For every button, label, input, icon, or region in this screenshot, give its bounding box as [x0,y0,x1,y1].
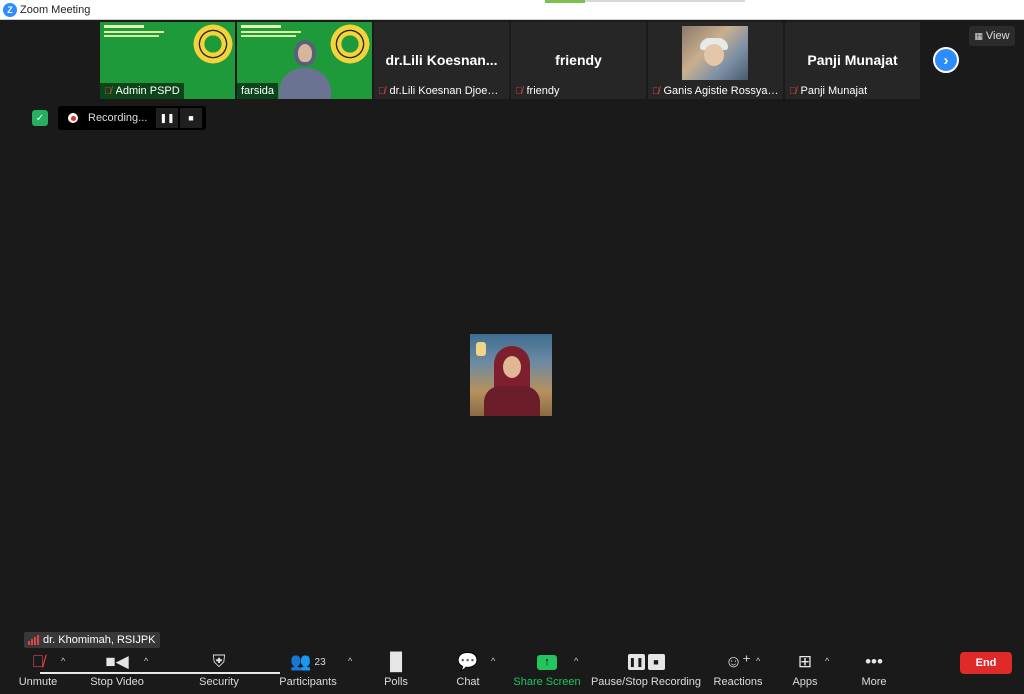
share-screen-button[interactable]: ↑ Share Screen [513,648,581,694]
university-seal-icon [193,24,233,64]
end-meeting-button[interactable]: End [960,652,1012,674]
stop-video-button[interactable]: ■◀ Stop Video [88,648,146,694]
recording-label: Recording... [88,112,148,124]
participants-icon: 👥 23 [290,652,326,671]
participant-name: Admin PSPD [115,85,180,97]
audio-options-caret[interactable]: ^ [61,656,65,666]
mic-off-icon: 🎙̸ [789,85,797,97]
polls-bar-chart-icon: ▐▌ [383,652,409,671]
participant-tile[interactable]: dr.Lili Koesnan... 🎙̸ dr.Lili Koesnan Dj… [374,22,509,99]
share-screen-label: Share Screen [513,676,581,688]
share-screen-icon: ↑ [537,654,557,670]
participant-display-name: friendy [555,52,602,68]
participant-video [279,40,331,99]
mic-off-icon: 🎙̸ [515,85,523,97]
shield-check-icon[interactable]: ✓ [32,110,48,126]
video-options-caret[interactable]: ^ [144,656,148,666]
polls-label: Polls [384,676,408,688]
pause-recording-button[interactable]: ❚❚ [156,108,178,128]
chat-options-caret[interactable]: ^ [491,656,495,666]
participant-tile[interactable]: Panji Munajat 🎙̸ Panji Munajat [785,22,920,99]
more-dots-icon: ••• [865,652,883,671]
polls-button[interactable]: ▐▌ Polls [380,648,412,694]
zoom-logo-icon: Z [3,2,17,17]
participant-name: Panji Munajat [800,85,868,97]
meeting-toolbar: 🎙̸ Unmute ^ ■◀ Stop Video ^ ⛨ Security 👥… [0,648,1024,694]
participant-display-name: Panji Munajat [807,52,898,68]
active-speaker-label: dr. Khomimah, RSIJPK [24,632,160,648]
reactions-options-caret[interactable]: ^ [756,656,760,666]
grid-icon: ▦ [974,30,983,41]
university-seal-icon [330,24,370,64]
participant-tile[interactable]: friendy 🎙̸ friendy [511,22,646,99]
apps-label: Apps [792,676,818,688]
scroll-indicator [40,672,280,674]
participant-namebar: 🎙̸ friendy [511,83,564,99]
participants-button[interactable]: 👥 23 Participants [278,648,338,694]
slide-text [241,25,321,37]
next-page-button[interactable]: › [933,47,959,73]
more-button[interactable]: ••• More [858,648,890,694]
view-label: View [985,30,1010,42]
share-options-caret[interactable]: ^ [574,656,578,666]
chat-bubble-icon: 💬 [457,652,479,671]
participants-count: 23 [314,656,326,668]
notification-bar-green [545,0,585,3]
pause-icon: ❚❚ [159,112,175,123]
mic-off-icon: 🎙̸ [378,85,386,97]
active-speaker-video [470,334,552,416]
participant-namebar: farsida [237,83,279,99]
apps-options-caret[interactable]: ^ [825,656,829,666]
mic-off-icon: 🎙̸ [104,85,112,97]
participant-name: Ganis Agistie Rossyani... [663,85,780,97]
participant-photo [682,26,748,80]
participant-name: friendy [526,85,560,97]
participant-namebar: 🎙̸ dr.Lili Koesnan Djoewa... [374,83,509,99]
apps-icon: ⊞ [797,652,813,671]
pause-stop-icon: ❚❚ ■ [627,654,665,670]
view-button[interactable]: ▦ View [969,26,1015,46]
notification-bar-grey [585,0,745,2]
recording-bar: Recording... ❚❚ ■ [58,106,206,130]
security-label: Security [199,676,239,688]
more-label: More [861,676,887,688]
chat-button[interactable]: 💬 Chat [452,648,484,694]
participant-strip: 🎙̸ Admin PSPD farsida dr.Lili Koesnan...… [100,22,920,99]
record-icon [68,113,78,123]
chat-label: Chat [456,676,480,688]
apps-button[interactable]: ⊞ Apps [790,648,820,694]
stop-recording-button[interactable]: ■ [180,108,202,128]
active-speaker-name: dr. Khomimah, RSIJPK [43,634,156,646]
unmute-button[interactable]: 🎙̸ Unmute [18,648,58,694]
pause-stop-recording-label: Pause/Stop Recording [590,676,702,688]
participant-name: farsida [241,85,275,97]
chevron-right-icon: › [943,51,949,69]
reactions-label: Reactions [713,676,763,688]
participants-label: Participants [279,676,337,688]
smiley-add-icon: ☺⁺ [724,652,752,671]
participants-options-caret[interactable]: ^ [348,656,352,666]
signal-bars-icon [28,635,39,645]
meeting-area: 🎙̸ Admin PSPD farsida dr.Lili Koesnan...… [0,20,1024,694]
slide-text [104,25,184,37]
participant-name: dr.Lili Koesnan Djoewa... [389,85,506,97]
participant-tile[interactable]: 🎙̸ Admin PSPD [100,22,235,99]
reactions-button[interactable]: ☺⁺ Reactions [712,648,764,694]
participant-namebar: 🎙̸ Admin PSPD [100,83,184,99]
stop-video-label: Stop Video [90,676,144,688]
window-title: Zoom Meeting [20,3,91,16]
participant-tile[interactable]: 🎙̸ Ganis Agistie Rossyani... [648,22,783,99]
participant-tile[interactable]: farsida [237,22,372,99]
stop-icon: ■ [188,113,194,123]
security-button[interactable]: ⛨ Security [198,648,240,694]
title-bar: Z Zoom Meeting [0,0,1024,20]
unmute-label: Unmute [18,676,58,688]
participant-namebar: 🎙̸ Panji Munajat [785,83,871,99]
mic-off-icon: 🎙̸ [652,85,660,97]
participant-display-name: dr.Lili Koesnan... [385,52,498,68]
pause-stop-recording-button[interactable]: ❚❚ ■ Pause/Stop Recording [590,648,702,694]
participant-namebar: 🎙̸ Ganis Agistie Rossyani... [648,83,783,99]
